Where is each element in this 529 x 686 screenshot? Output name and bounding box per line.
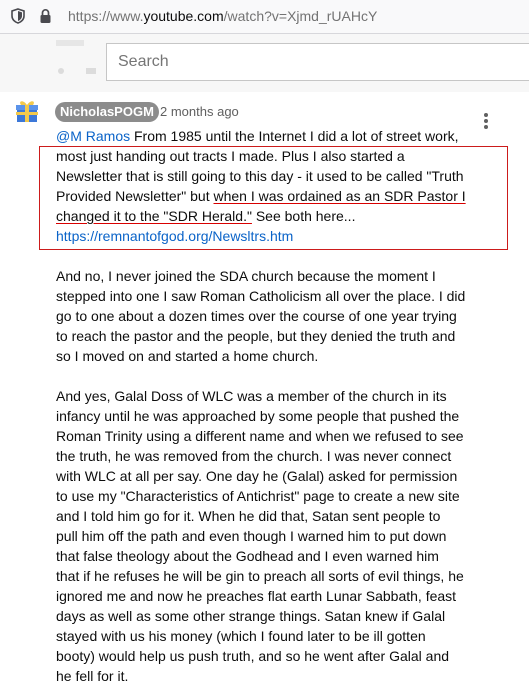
url-prefix: https://www. (68, 8, 144, 24)
comment-paragraph: And no, I never joined the SDA church be… (56, 268, 466, 364)
comment-author[interactable]: NicholasPOGM (55, 102, 159, 122)
shield-icon[interactable] (11, 8, 25, 24)
highlight-box (39, 146, 508, 250)
faded-text (56, 40, 84, 46)
browser-url-bar[interactable]: https://www.youtube.com/watch?v=Xjmd_rUA… (0, 0, 529, 34)
search-input[interactable] (107, 44, 529, 80)
comment-paragraph: And yes, Galal Doss of WLC was a member … (56, 388, 464, 684)
url-path: /watch?v=Xjmd_rUAHcY (223, 8, 378, 24)
search-box[interactable] (106, 43, 529, 81)
mention-link[interactable]: @M Ramos (56, 128, 130, 144)
url-host: youtube.com (143, 8, 224, 24)
comment-timestamp[interactable]: 2 months ago (160, 104, 239, 119)
lock-icon[interactable] (39, 8, 52, 24)
faded-dot (58, 68, 64, 74)
more-vert-icon[interactable] (480, 113, 492, 131)
address-text[interactable]: https://www.youtube.com/watch?v=Xjmd_rUA… (68, 8, 377, 24)
gift-avatar-icon[interactable] (14, 98, 40, 124)
faded-dot (86, 68, 96, 74)
